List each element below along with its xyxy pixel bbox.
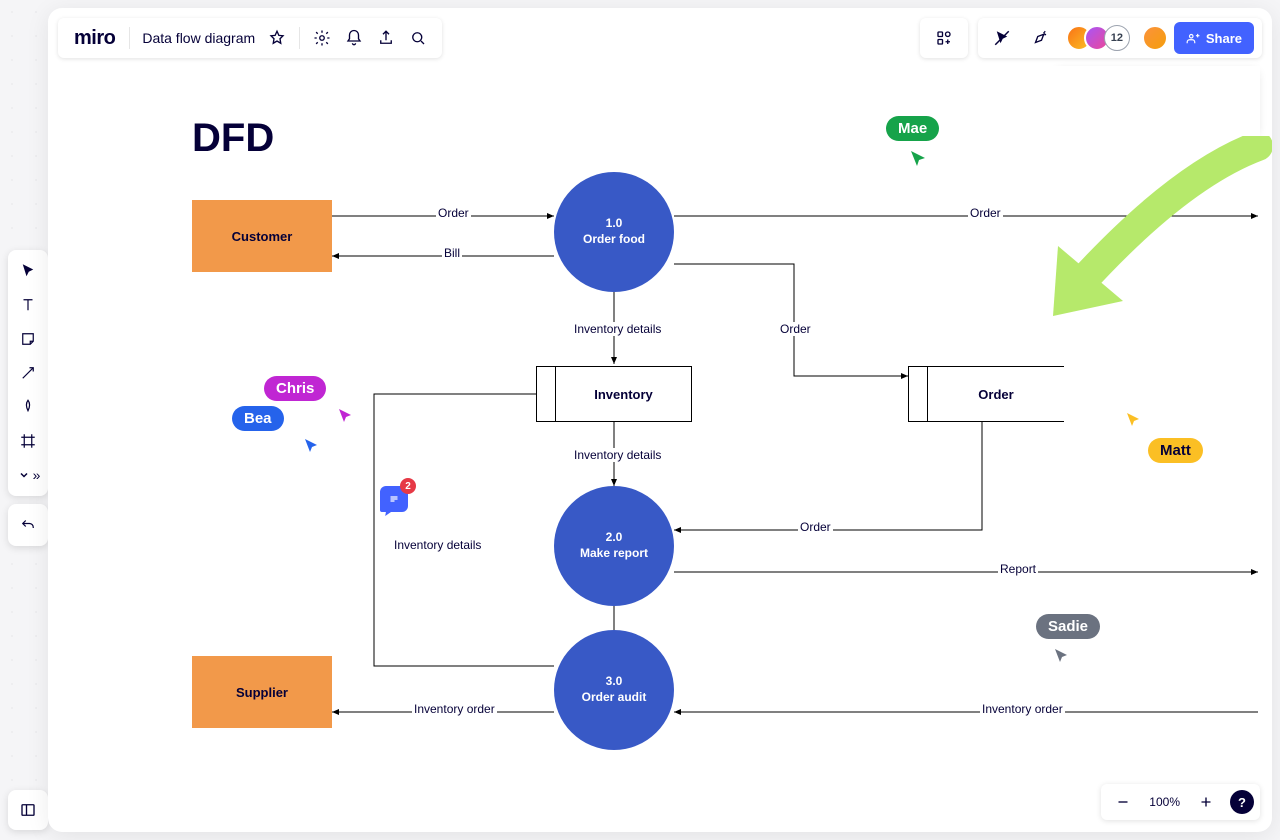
export-icon[interactable]	[370, 22, 402, 54]
canvas[interactable]: DFD Customer Supplier 1.0 Order food 2.0…	[118, 66, 1260, 820]
tool-more[interactable]: »	[12, 460, 44, 490]
cursor-tag-chris: Chris	[264, 376, 326, 401]
datastore-inventory[interactable]: Inventory	[536, 366, 692, 422]
share-button[interactable]: Share	[1174, 22, 1254, 54]
settings-icon[interactable]	[306, 22, 338, 54]
help-button[interactable]: ?	[1230, 790, 1254, 814]
zoom-in-button[interactable]	[1190, 786, 1222, 818]
cursor-pointer-sadie	[1052, 646, 1072, 666]
cursor-tag-sadie: Sadie	[1036, 614, 1100, 639]
cursor-pointer-matt	[1124, 410, 1144, 430]
apps-icon[interactable]	[928, 22, 960, 54]
process-order-food[interactable]: 1.0 Order food	[554, 172, 674, 292]
avatar-count: 12	[1104, 25, 1130, 51]
cursor-tag-mae: Mae	[886, 116, 939, 141]
tool-text[interactable]	[12, 290, 44, 320]
tool-sticky[interactable]	[12, 324, 44, 354]
avatar-stack[interactable]: 12	[1066, 25, 1130, 51]
cursor-tag-bea: Bea	[232, 406, 284, 431]
top-bar: miro Data flow diagram	[58, 18, 442, 58]
tool-frame[interactable]	[12, 426, 44, 456]
flow-label: Inventory order	[980, 702, 1065, 716]
avatar-self[interactable]	[1142, 25, 1168, 51]
process-order-audit[interactable]: 3.0 Order audit	[554, 630, 674, 750]
tool-select[interactable]	[12, 256, 44, 286]
annotation-arrow[interactable]	[998, 136, 1272, 356]
collab-panel: 12 Share	[978, 18, 1262, 58]
board-title[interactable]: Data flow diagram	[136, 30, 261, 46]
flow-label: Inventory details	[572, 322, 663, 336]
comment-pin[interactable]: 2	[380, 486, 408, 512]
share-label: Share	[1206, 31, 1242, 46]
cursor-pointer-bea	[302, 436, 322, 456]
divider	[299, 27, 300, 49]
cursor-pointer-mae	[908, 148, 930, 170]
zoom-out-button[interactable]	[1107, 786, 1139, 818]
top-bar-right: 12 Share	[920, 18, 1262, 58]
divider	[129, 27, 130, 49]
zoom-level[interactable]: 100%	[1143, 795, 1186, 809]
flow-label: Bill	[442, 246, 462, 260]
tool-group-main: »	[8, 250, 48, 496]
search-icon[interactable]	[402, 22, 434, 54]
tool-undo[interactable]	[12, 510, 44, 540]
entity-supplier[interactable]: Supplier	[192, 656, 332, 728]
apps-panel	[920, 18, 968, 58]
flow-label: Inventory details	[392, 538, 483, 552]
flow-label: Inventory order	[412, 702, 497, 716]
cursor-tag-matt: Matt	[1148, 438, 1203, 463]
zoom-bar: 100% ?	[1101, 784, 1260, 820]
flow-label: Order	[798, 520, 833, 534]
reactions-icon[interactable]	[1024, 22, 1056, 54]
flow-label: Order	[436, 206, 471, 220]
flow-label: Order	[778, 322, 813, 336]
panel-toggle-button[interactable]	[8, 790, 48, 830]
datastore-order[interactable]: Order	[908, 366, 1064, 422]
logo[interactable]: miro	[66, 27, 123, 50]
tool-line[interactable]	[12, 358, 44, 388]
app-frame: miro Data flow diagram 12 Share	[48, 8, 1272, 832]
process-make-report[interactable]: 2.0 Make report	[554, 486, 674, 606]
diagram-title: DFD	[192, 116, 274, 161]
entity-customer[interactable]: Customer	[192, 200, 332, 272]
tool-group-undo	[8, 504, 48, 546]
star-icon[interactable]	[261, 22, 293, 54]
flow-label: Report	[998, 562, 1038, 576]
cursor-pointer-chris	[336, 406, 356, 426]
comment-count: 2	[400, 478, 416, 494]
tool-pen[interactable]	[12, 392, 44, 422]
tool-panel: »	[8, 250, 48, 546]
bell-icon[interactable]	[338, 22, 370, 54]
flow-label: Inventory details	[572, 448, 663, 462]
hide-cursors-icon[interactable]	[986, 22, 1018, 54]
